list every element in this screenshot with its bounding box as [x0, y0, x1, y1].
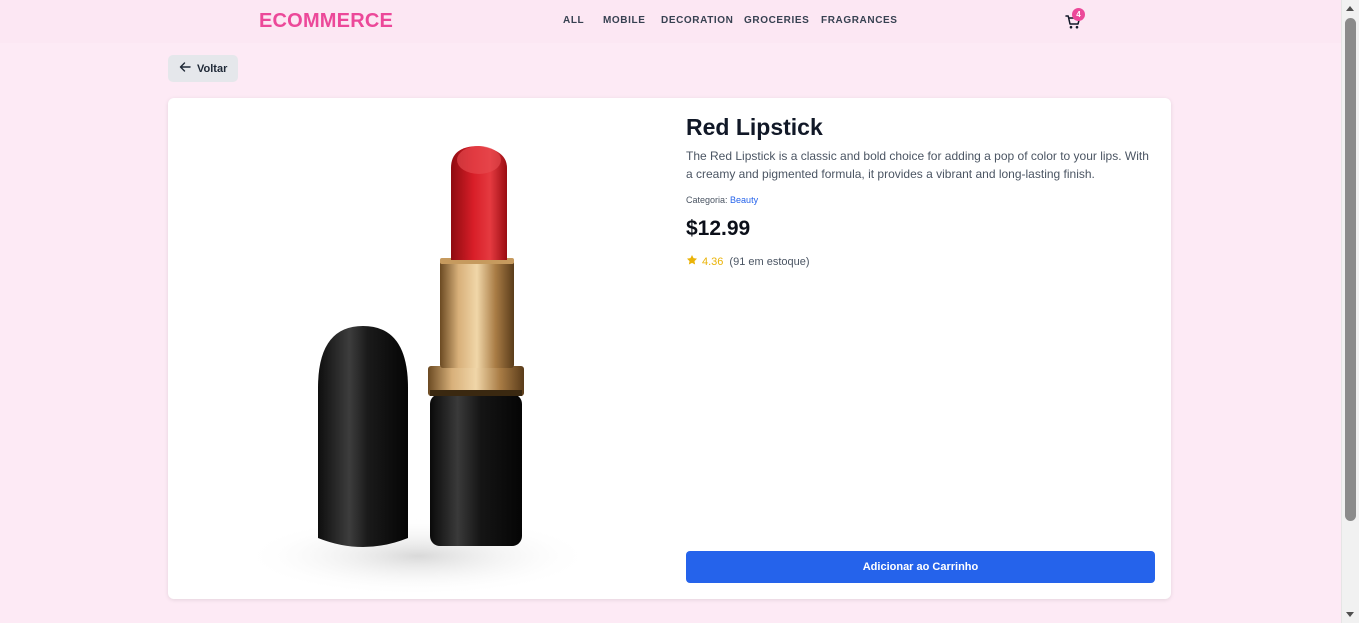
product-price: $12.99: [686, 217, 751, 240]
rating-value: 4.36: [702, 255, 724, 268]
product-description: The Red Lipstick is a classic and bold c…: [686, 149, 1149, 181]
product-title: Red Lipstick: [686, 114, 823, 140]
scroll-up-arrow-icon[interactable]: [1346, 6, 1354, 11]
nav-item-decoration[interactable]: DECORATION: [661, 15, 733, 26]
category-link[interactable]: Beauty: [730, 195, 758, 205]
product-image: [168, 98, 668, 599]
product-category: Categoria: Beauty: [686, 195, 758, 205]
page-scrollbar[interactable]: [1341, 0, 1359, 623]
nav-item-all[interactable]: ALL: [563, 15, 584, 26]
back-button-label: Voltar: [197, 62, 228, 75]
nav-item-groceries[interactable]: GROCERIES: [744, 15, 809, 26]
top-nav-bar: ECOMMERCE ALL MOBILE DECORATION GROCERIE…: [0, 0, 1341, 43]
product-rating: 4.36 (91 em estoque): [686, 254, 810, 269]
add-to-cart-button[interactable]: Adicionar ao Carrinho: [686, 551, 1155, 583]
nav-item-mobile[interactable]: MOBILE: [603, 15, 646, 26]
star-icon: [686, 254, 698, 269]
product-card: Red Lipstick The Red Lipstick is a class…: [168, 98, 1171, 599]
stock-count: (91 em estoque): [729, 255, 810, 268]
arrow-left-icon: [179, 61, 191, 76]
scroll-thumb[interactable]: [1345, 18, 1356, 521]
back-button[interactable]: Voltar: [168, 55, 238, 82]
scroll-down-arrow-icon[interactable]: [1346, 612, 1354, 617]
cart-count-badge: 4: [1072, 8, 1085, 21]
nav-item-fragrances[interactable]: FRAGRANCES: [821, 15, 898, 26]
category-label: Categoria:: [686, 195, 728, 205]
brand-logo[interactable]: ECOMMERCE: [259, 10, 393, 33]
